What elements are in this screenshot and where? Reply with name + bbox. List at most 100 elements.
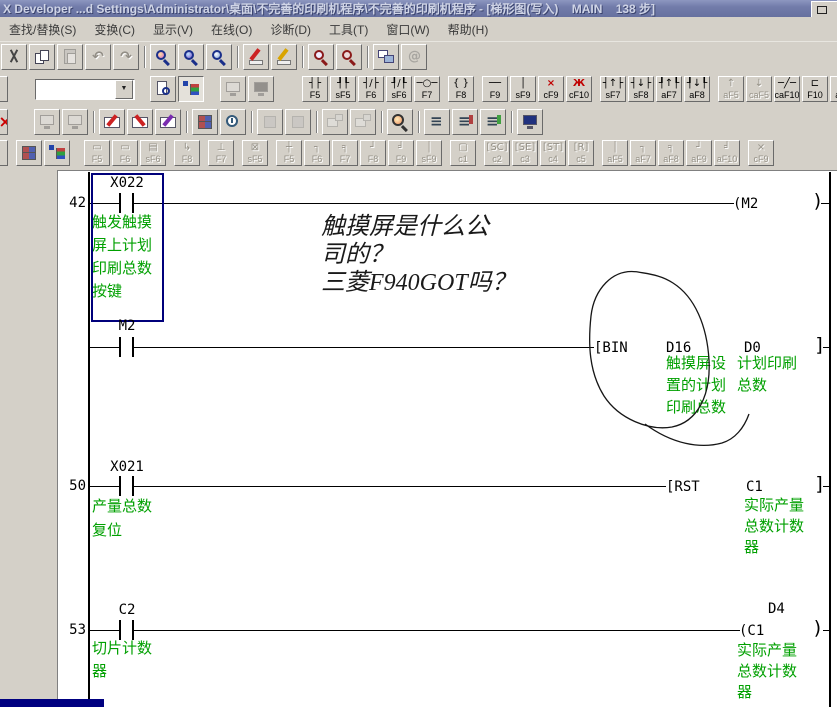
menu-help[interactable]: 帮助(H) [439,19,498,40]
erase-line-button[interactable]: ⊠aF9 [830,76,837,102]
key-label: sF8 [633,90,648,100]
menu-window[interactable]: 窗口(W) [377,19,438,40]
parallel-falling-pulse-button[interactable]: ┦↓┞aF8 [684,76,710,102]
find-contact-coil-button[interactable] [387,109,413,135]
window-restore-button[interactable] [811,1,837,17]
parallel-rising-pulse-button[interactable]: ┦↑┞aF7 [656,76,682,102]
key-label: aF7 [635,154,651,164]
symbol-glyph: ┘ [370,142,376,154]
sfc-jump-button: ↳F8 [174,140,200,166]
open-contact-button[interactable]: ┤├F5 [302,76,328,102]
cascade-windows-icon [376,47,396,67]
rising-pulse-button[interactable]: ┤↑├sF7 [600,76,626,102]
paste-button [57,44,83,70]
ladder-insert-write-button[interactable] [271,44,297,70]
key-label: F5 [310,90,321,100]
horizontal-line-button[interactable]: ──F9 [482,76,508,102]
ladder-canvas[interactable] [57,170,837,707]
key-label: F8 [182,154,193,164]
key-label: cF9 [543,90,558,100]
key-label: F8 [368,154,379,164]
device-memory-button[interactable] [192,109,218,135]
monitor-write-mode-button[interactable] [155,109,181,135]
vertical-line-button[interactable]: │sF9 [510,76,536,102]
device-label-icon [251,79,271,99]
menu-convert[interactable]: 变换(C) [85,19,144,40]
symbol-glyph: { } [453,78,469,90]
cascade-windows-button[interactable] [373,44,399,70]
symbol-glyph: ⊏ [811,78,819,90]
ladder-symbol-mode-button[interactable] [178,76,204,102]
zoom-in-button[interactable] [308,44,334,70]
symbol-glyph: │ [612,142,618,154]
falling-pulse-button[interactable]: ┤↓├sF8 [628,76,654,102]
symbol-glyph: ╛ [724,142,730,154]
read-mode-button[interactable] [99,109,125,135]
redo-button: ↷ [113,44,139,70]
title-bar[interactable]: X Developer ...d Settings\Administrator\… [0,0,837,17]
symbol-glyph: ┐ [314,142,320,154]
symbol-glyph: ─╱─ [778,78,796,90]
menu-display[interactable]: 显示(V) [144,19,202,40]
device-test-button[interactable] [0,109,8,135]
menu-find-replace[interactable]: 查找/替换(S) [0,19,85,40]
toolbar-separator [377,110,386,134]
menu-tools[interactable]: 工具(T) [320,19,377,40]
instruction-list-button [220,76,246,102]
application-instruction-button[interactable]: { }F8 [448,76,474,102]
key-label: F9 [490,90,501,100]
project-data-list-button[interactable] [16,140,42,166]
key-label: aF7 [661,90,677,100]
entry-monitor-button[interactable] [517,109,543,135]
note-display-button[interactable] [480,109,506,135]
sfc-se-button: [SE]c3 [512,140,538,166]
parallel-open-contact-button[interactable]: ┦┞sF5 [330,76,356,102]
ladder-write-button[interactable] [243,44,269,70]
symbol-glyph: ┼ [286,142,292,154]
write-mode-button[interactable] [127,109,153,135]
zoom-out-icon [339,47,359,67]
invert-result-button[interactable]: ─╱─caF10 [774,76,800,102]
data-tree-button[interactable] [44,140,70,166]
draw-line-button[interactable]: ⊏F10 [802,76,828,102]
sfc-vertical-line-button: │sF9 [416,140,442,166]
symbol-glyph: ⊥ [217,142,226,154]
chevron-down-icon[interactable]: ▼ [115,80,133,99]
menu-diagnostics[interactable]: 诊断(D) [261,19,320,40]
menu-online[interactable]: 在线(O) [202,19,261,40]
key-label: c5 [576,154,586,164]
symbol-glyph: ┦↑┞ [659,78,679,90]
clipped-toolbar-button[interactable] [0,140,8,166]
ladder-write-icon [246,47,266,67]
project-compare-icon [404,47,424,67]
key-label: F8 [456,90,467,100]
clipped-toolbar-button[interactable] [0,76,8,102]
tile-vertically-icon [325,112,345,132]
toolbar-separator [140,45,149,69]
copy-button[interactable] [29,44,55,70]
find-device-button[interactable] [178,44,204,70]
find-button[interactable] [150,44,176,70]
delete-vertical-line-button[interactable]: ЖcF10 [566,76,592,102]
device-timer-icon [223,112,243,132]
program-check-button[interactable] [150,76,176,102]
statement-display-icon [455,112,475,132]
program-select-combo[interactable]: ▼ [35,79,135,100]
sfc-delete-line-button: ×cF9 [748,140,774,166]
key-label: F6 [366,90,377,100]
coil-button[interactable]: ─○─F7 [414,76,440,102]
closed-contact-button[interactable]: ┤/├F6 [358,76,384,102]
statement-display-button[interactable] [452,109,478,135]
parallel-closed-contact-button[interactable]: ┦/┞sF6 [386,76,412,102]
symbol-glyph: ↓ [755,78,763,90]
delete-horizontal-line-button[interactable]: ×cF9 [538,76,564,102]
cut-button[interactable] [1,44,27,70]
symbol-glyph: ┘ [696,142,702,154]
symbol-glyph: ╛ [398,142,404,154]
zoom-out-button[interactable] [336,44,362,70]
key-label: sF7 [605,90,620,100]
find-instruction-button[interactable] [206,44,232,70]
device-timer-button[interactable] [220,109,246,135]
gx-developer-window: X Developer ...d Settings\Administrator\… [0,0,837,707]
comment-display-button[interactable] [424,109,450,135]
